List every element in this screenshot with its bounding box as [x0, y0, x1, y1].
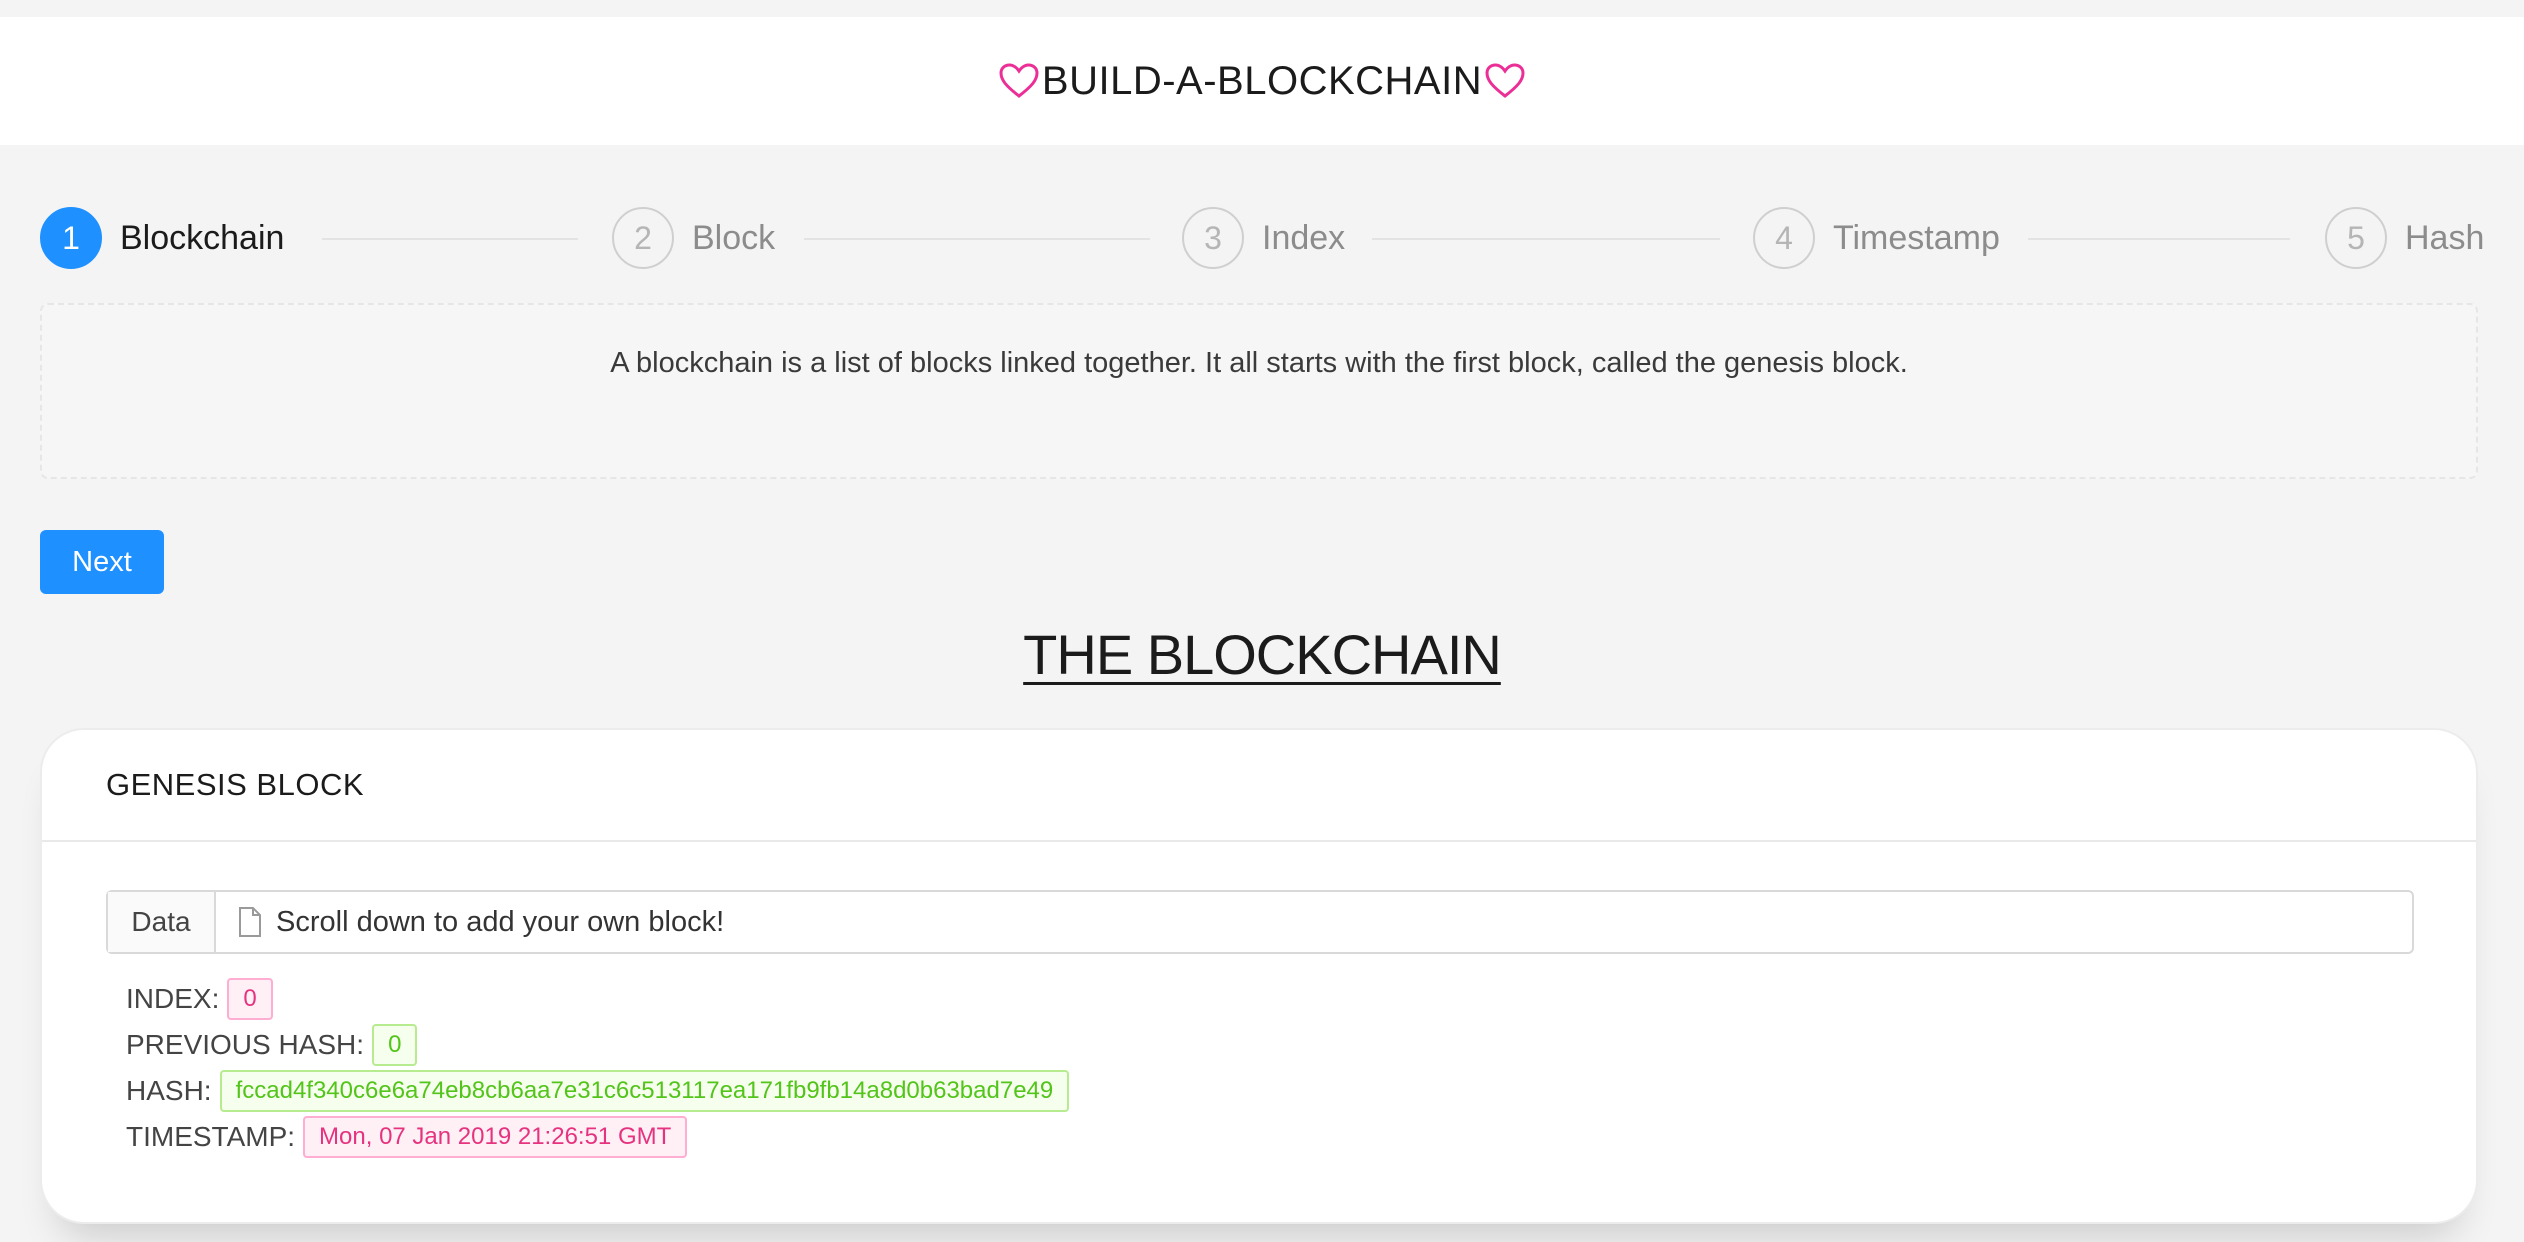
previous-hash-label: PREVIOUS HASH: [126, 1029, 365, 1060]
file-icon [239, 907, 261, 937]
hash-tag: fccad4f340c6e6a74eb8cb6aa7e31c6c513117ea… [219, 1070, 1070, 1112]
data-field[interactable]: Scroll down to add your own block! [216, 892, 2412, 952]
step-description-panel: A blockchain is a list of blocks linked … [40, 303, 2478, 479]
step-timestamp[interactable]: 4 Timestamp [1753, 205, 2000, 271]
previous-hash-tag: 0 [372, 1024, 418, 1066]
step-connector [1372, 238, 1720, 240]
step-number: 5 [2325, 207, 2387, 269]
step-connector [2028, 238, 2290, 240]
timestamp-row: TIMESTAMP: Mon, 07 Jan 2019 21:26:51 GMT [126, 1114, 1069, 1160]
step-number: 4 [1753, 207, 1815, 269]
heart-icon [1485, 63, 1525, 98]
step-hash[interactable]: 5 Hash [2325, 205, 2484, 271]
brand: BUILD-A-BLOCKCHAIN [998, 59, 1526, 104]
blockchain-heading: THE BLOCKCHAIN [1023, 623, 1502, 686]
step-label: Hash [2405, 218, 2485, 257]
data-value: Scroll down to add your own block! [276, 905, 725, 938]
data-addon-label: Data [108, 892, 216, 952]
heart-icon [999, 63, 1039, 98]
block-info: INDEX: 0 PREVIOUS HASH: 0 HASH: fccad4f3… [126, 976, 1070, 1160]
hash-row: HASH: fccad4f340c6e6a74eb8cb6aa7e31c6c51… [126, 1068, 1070, 1114]
step-connector [322, 238, 578, 240]
index-tag: 0 [227, 978, 273, 1020]
index-label: INDEX: [126, 983, 220, 1014]
step-label: Block [692, 218, 776, 257]
data-input-group: Data Scroll down to add your own block! [106, 890, 2414, 954]
step-label: Timestamp [1833, 218, 2000, 257]
step-number: 3 [1182, 207, 1244, 269]
previous-hash-row: PREVIOUS HASH: 0 [126, 1022, 1069, 1068]
next-button[interactable]: Next [40, 530, 164, 594]
index-row: INDEX: 0 [126, 976, 1069, 1022]
card-header: GENESIS BLOCK [42, 730, 2476, 842]
genesis-block-card: GENESIS BLOCK Data Scroll down to add yo… [40, 728, 2478, 1224]
steps-nav: 1 Blockchain 2 Block 3 Index 4 Timestamp… [40, 205, 2484, 271]
step-block[interactable]: 2 Block [612, 205, 775, 271]
timestamp-label: TIMESTAMP: [126, 1121, 296, 1152]
step-blockchain[interactable]: 1 Blockchain [40, 205, 284, 271]
timestamp-tag: Mon, 07 Jan 2019 21:26:51 GMT [303, 1116, 688, 1158]
step-label: Blockchain [120, 218, 285, 257]
hash-label: HASH: [126, 1075, 212, 1106]
step-description: A blockchain is a list of blocks linked … [610, 347, 1908, 379]
card-title: GENESIS BLOCK [106, 767, 365, 802]
app-header: BUILD-A-BLOCKCHAIN [0, 17, 2524, 145]
step-connector [804, 238, 1150, 240]
step-number: 1 [40, 207, 102, 269]
step-number: 2 [612, 207, 674, 269]
step-index[interactable]: 3 Index [1182, 205, 1345, 271]
step-label: Index [1262, 218, 1346, 257]
top-strip [0, 0, 2524, 17]
app-title: BUILD-A-BLOCKCHAIN [1041, 58, 1483, 103]
